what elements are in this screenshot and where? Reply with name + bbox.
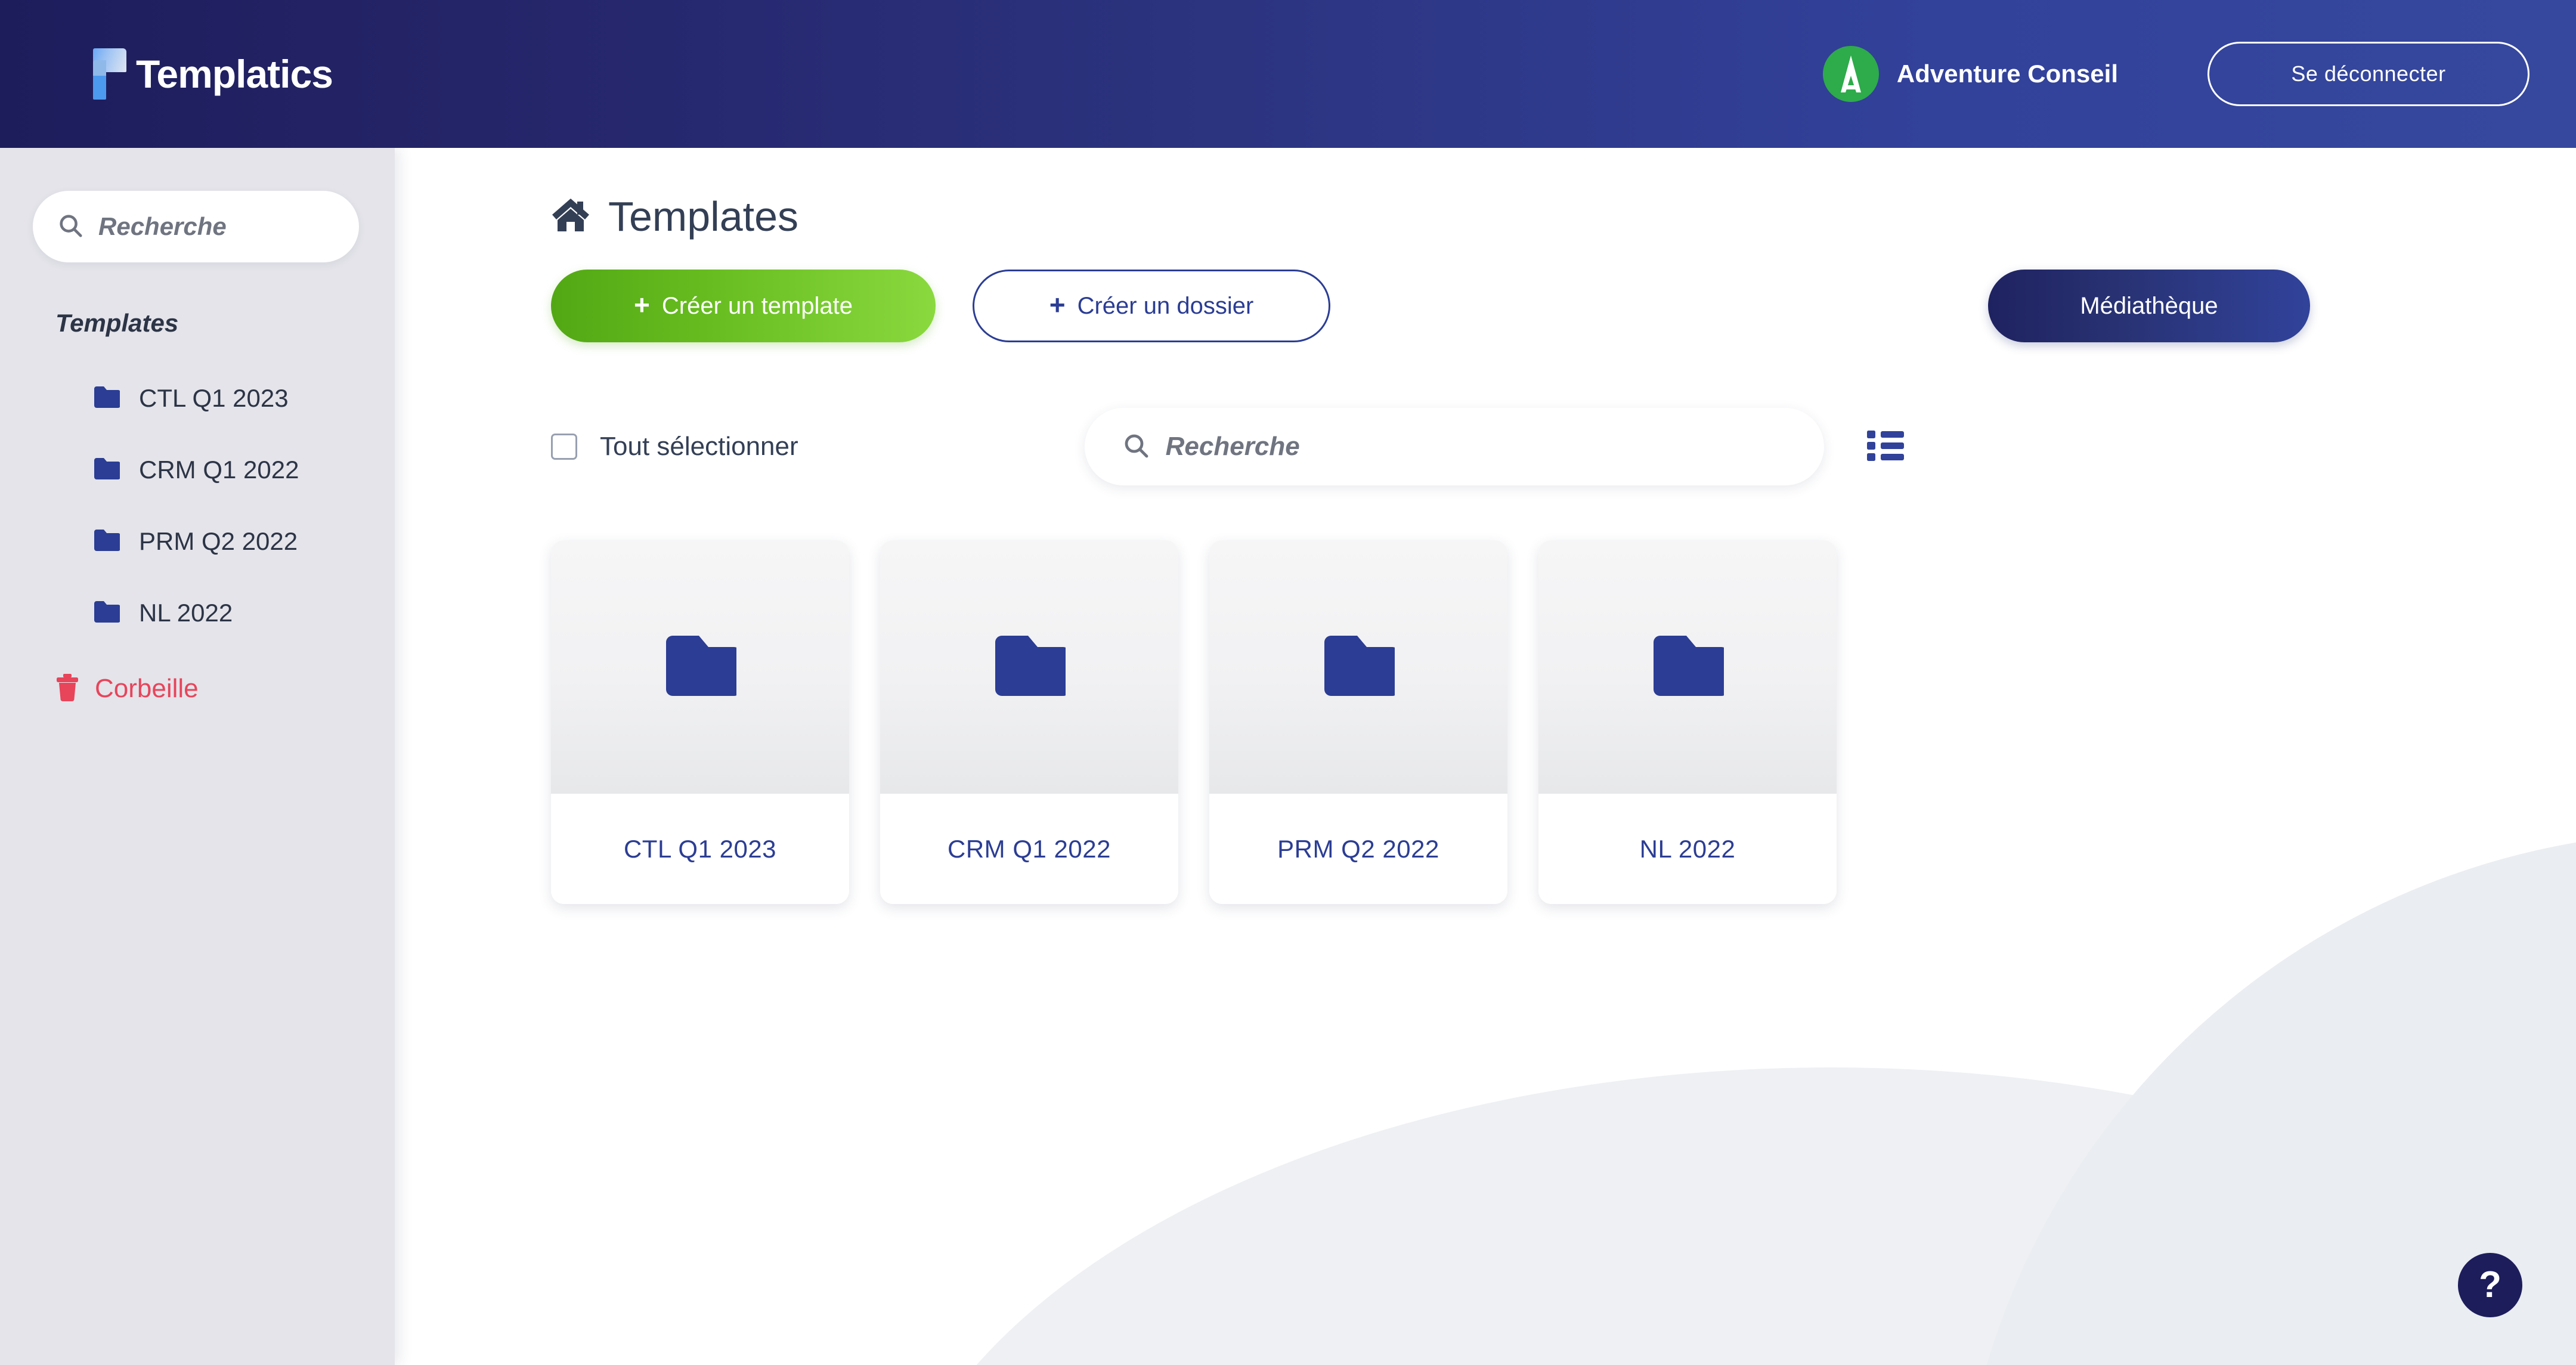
sidebar-search-placeholder: Recherche xyxy=(98,212,227,240)
sidebar-item-label: CTL Q1 2023 xyxy=(139,384,289,412)
plus-icon: + xyxy=(633,289,650,320)
folder-card[interactable]: CRM Q1 2022 xyxy=(880,540,1178,904)
folder-card[interactable]: CTL Q1 2023 xyxy=(551,540,849,904)
select-all-label: Tout sélectionner xyxy=(600,432,798,461)
folder-icon xyxy=(993,634,1070,699)
app-header: Templatics Adventure Conseil Se déconnec… xyxy=(0,0,2576,148)
folder-card[interactable]: NL 2022 xyxy=(1538,540,1837,904)
app-root: Templatics Adventure Conseil Se déconnec… xyxy=(0,0,2576,1365)
list-view-icon[interactable] xyxy=(1866,429,1904,465)
sidebar-section-title: Templates xyxy=(55,309,179,337)
sidebar: Recherche Templates CTL Q1 2023 CRM Q1 2… xyxy=(0,148,395,1365)
action-buttons-row: + Créer un template + Créer un dossier M… xyxy=(551,270,2310,342)
logout-button[interactable]: Se déconnecter xyxy=(2207,42,2529,106)
sidebar-item-corbeille[interactable]: Corbeille xyxy=(0,656,395,722)
folder-icon xyxy=(92,601,120,626)
sidebar-search-input[interactable]: Recherche xyxy=(33,191,359,262)
sidebar-item-label: CRM Q1 2022 xyxy=(139,456,299,484)
select-all-control[interactable]: Tout sélectionner xyxy=(551,432,798,462)
adventure-conseil-avatar-icon xyxy=(1822,46,1879,102)
main-content: Templates + Créer un template + Créer un… xyxy=(395,148,2576,1365)
brand-logo[interactable]: Templatics xyxy=(89,48,333,100)
plus-icon: + xyxy=(1049,289,1066,320)
create-folder-button[interactable]: + Créer un dossier xyxy=(973,270,1330,342)
folder-card-label: PRM Q2 2022 xyxy=(1209,794,1507,904)
folder-card-label: CTL Q1 2023 xyxy=(551,794,849,904)
main-search-input[interactable]: Recherche xyxy=(1084,408,1824,485)
sidebar-item-prm-q2-2022[interactable]: PRM Q2 2022 xyxy=(0,506,395,577)
sidebar-item-crm-q1-2022[interactable]: CRM Q1 2022 xyxy=(0,434,395,506)
media-library-button[interactable]: Médiathèque xyxy=(1988,270,2310,342)
folder-card-thumbnail xyxy=(551,540,849,794)
sidebar-item-label: Corbeille xyxy=(95,674,199,703)
folder-icon xyxy=(1322,634,1399,699)
folder-icon xyxy=(92,457,120,483)
main-search-placeholder: Recherche xyxy=(1165,432,1300,461)
folder-icon xyxy=(664,634,741,699)
folder-icon xyxy=(92,386,120,411)
sidebar-item-nl-2022[interactable]: NL 2022 xyxy=(0,577,395,649)
create-template-button[interactable]: + Créer un template xyxy=(551,270,936,342)
folder-card-thumbnail xyxy=(880,540,1178,794)
sidebar-nav: CTL Q1 2023 CRM Q1 2022 PRM Q2 2022 NL 2… xyxy=(0,363,395,722)
search-icon xyxy=(57,212,84,242)
folder-card-thumbnail xyxy=(1209,540,1507,794)
list-toolbar: Tout sélectionner Recherche xyxy=(551,408,2310,485)
folder-icon xyxy=(1651,634,1728,699)
folder-card[interactable]: PRM Q2 2022 xyxy=(1209,540,1507,904)
page-title-row: Templates xyxy=(551,196,2576,237)
select-all-checkbox[interactable] xyxy=(551,434,577,460)
sidebar-item-label: PRM Q2 2022 xyxy=(139,527,298,555)
folder-icon xyxy=(92,529,120,555)
brand-name: Templatics xyxy=(136,52,333,96)
folder-card-thumbnail xyxy=(1538,540,1837,794)
trash-icon xyxy=(55,673,79,705)
search-icon xyxy=(1122,431,1150,463)
sidebar-item-label: NL 2022 xyxy=(139,599,233,627)
folder-card-label: NL 2022 xyxy=(1538,794,1837,904)
templatics-t-logo-icon xyxy=(89,48,126,100)
folder-card-grid: CTL Q1 2023 CRM Q1 2022 PRM Q2 2022 NL 2… xyxy=(551,540,2576,904)
account-name: Adventure Conseil xyxy=(1896,60,2118,88)
create-folder-label: Créer un dossier xyxy=(1077,292,1254,319)
help-button[interactable]: ? xyxy=(2458,1253,2522,1317)
account-block[interactable]: Adventure Conseil xyxy=(1822,46,2118,102)
folder-card-label: CRM Q1 2022 xyxy=(880,794,1178,904)
home-icon xyxy=(551,197,590,237)
sidebar-item-ctl-q1-2023[interactable]: CTL Q1 2023 xyxy=(0,363,395,434)
page-title: Templates xyxy=(608,193,799,240)
create-template-label: Créer un template xyxy=(661,292,853,319)
